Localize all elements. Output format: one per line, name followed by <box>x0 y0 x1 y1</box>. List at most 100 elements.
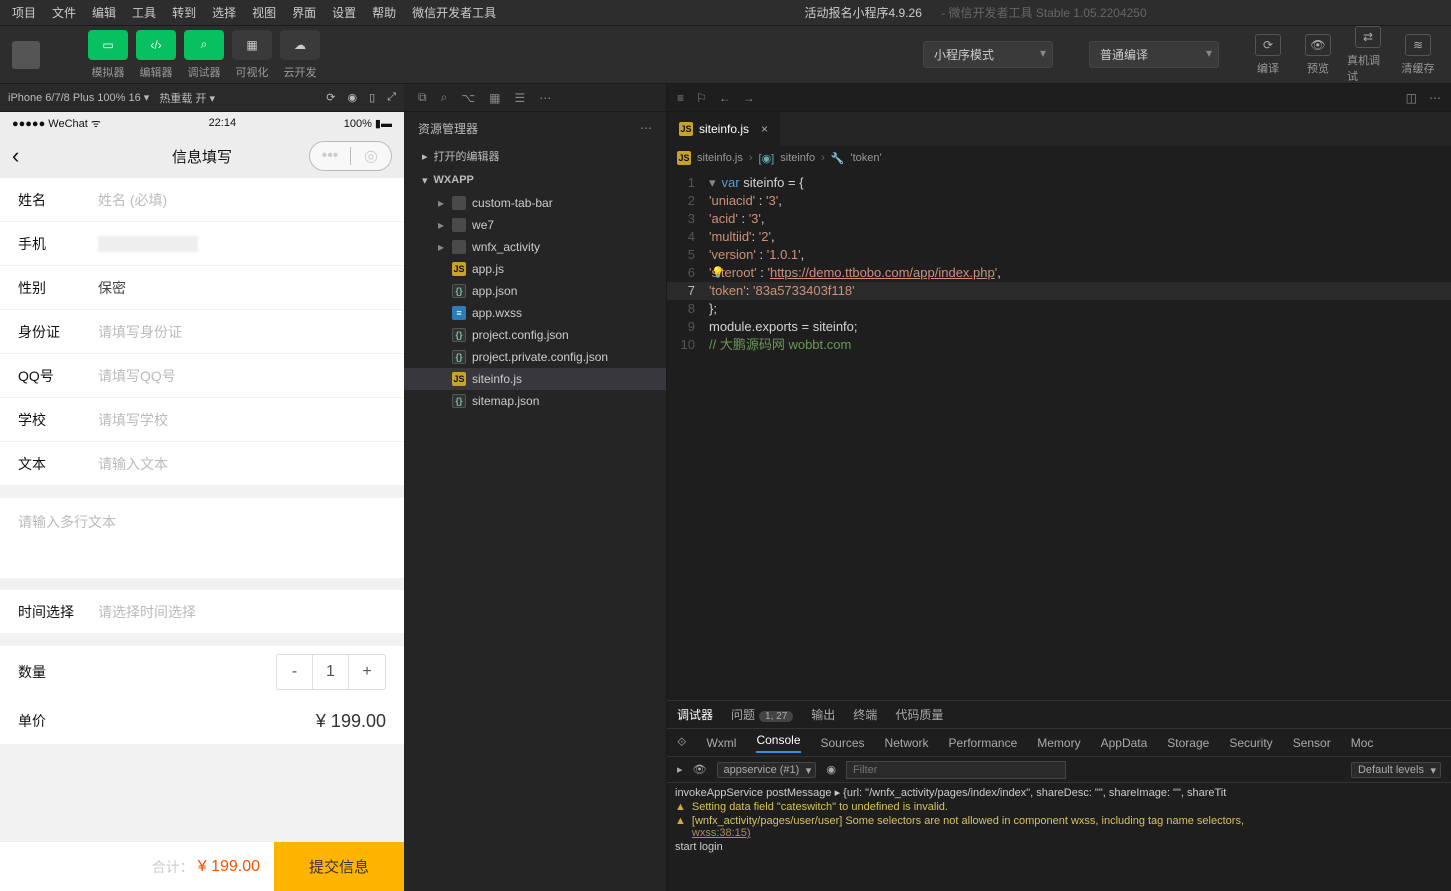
clear-cache-button[interactable]: ≋ <box>1405 34 1431 56</box>
ed-fwd-icon[interactable]: → <box>743 91 755 105</box>
textarea-input[interactable]: 请输入多行文本 <box>0 498 404 578</box>
id-input[interactable]: 请填写身份证 <box>98 322 386 342</box>
text-input[interactable]: 请输入文本 <box>98 454 386 474</box>
devtool-tab[interactable]: Security <box>1229 736 1272 750</box>
code-editor[interactable]: 1▾var siteinfo = {2 'uniacid' : '3',3 'a… <box>667 170 1451 700</box>
record-icon[interactable]: ◉ <box>348 91 358 104</box>
breadcrumb[interactable]: JS siteinfo.js› [◉]siteinfo› 🔧'token' <box>667 146 1451 170</box>
close-tab-icon[interactable]: × <box>761 122 768 136</box>
qty-value[interactable]: 1 <box>313 655 349 689</box>
ed-more-icon[interactable]: ⋯ <box>1429 91 1441 105</box>
tree-item[interactable]: JSsiteinfo.js <box>404 368 666 390</box>
cloud-button[interactable]: ☁ <box>280 30 320 60</box>
console-output[interactable]: invokeAppService postMessage ▸ {url: "/w… <box>667 783 1451 891</box>
filter-input[interactable] <box>846 761 1066 779</box>
school-input[interactable]: 请填写学校 <box>98 410 386 430</box>
visualize-button[interactable]: ▦ <box>232 30 272 60</box>
devtool-tab[interactable]: Wxml <box>706 736 736 750</box>
menu-item[interactable]: 选择 <box>204 4 244 21</box>
branch-icon[interactable]: ⌥ <box>461 91 475 105</box>
device-select[interactable]: iPhone 6/7/8 Plus 100% 16 ▾ <box>8 91 149 104</box>
tree-item[interactable]: {}project.config.json <box>404 324 666 346</box>
qq-input[interactable]: 请填写QQ号 <box>98 366 386 386</box>
ed-split-icon[interactable]: ◫ <box>1406 91 1417 105</box>
mode-dropdown[interactable]: 小程序模式 <box>923 41 1053 68</box>
explorer-more-icon[interactable]: ⋯ <box>640 121 652 135</box>
preview-button[interactable]: 👁 <box>1305 34 1331 56</box>
reload-toggle[interactable]: 热重载 开 ▾ <box>159 90 215 106</box>
devtool-tab[interactable]: Sources <box>821 736 865 750</box>
tree-item[interactable]: ▸wnfx_activity <box>404 236 666 258</box>
files-icon[interactable]: ⧉ <box>418 90 427 105</box>
menu-item[interactable]: 设置 <box>324 4 364 21</box>
bug-icon[interactable]: ☰ <box>514 91 525 105</box>
devtool-tab[interactable]: Performance <box>949 736 1018 750</box>
context-select[interactable]: appservice (#1) <box>717 762 817 778</box>
menu-item[interactable]: 帮助 <box>364 4 404 21</box>
ext-icon[interactable]: ▦ <box>489 91 500 105</box>
tree-item-label: custom-tab-bar <box>472 196 553 210</box>
ed-nav-icon[interactable]: ≡ <box>677 91 684 105</box>
tree-item[interactable]: {}project.private.config.json <box>404 346 666 368</box>
total: 合计：¥ 199.00 <box>0 842 274 891</box>
menu-item[interactable]: 项目 <box>4 4 44 21</box>
submit-button[interactable]: 提交信息 <box>274 842 404 891</box>
tab-siteinfo[interactable]: JS siteinfo.js × <box>667 112 781 146</box>
ed-bookmark-icon[interactable]: ⚐ <box>696 91 707 105</box>
qty-plus[interactable]: + <box>349 655 385 689</box>
devtool-tab[interactable]: Sensor <box>1293 736 1331 750</box>
tree-item[interactable]: ▸we7 <box>404 214 666 236</box>
search-icon[interactable]: ⌕ <box>441 90 448 105</box>
tree-item[interactable]: ≡app.wxss <box>404 302 666 324</box>
dbg-tab[interactable]: 终端 <box>853 706 877 723</box>
simulator-button[interactable]: ▭ <box>88 30 128 60</box>
tree-item[interactable]: {}sitemap.json <box>404 390 666 412</box>
dbg-tab[interactable]: 输出 <box>811 706 835 723</box>
refresh-icon[interactable]: ⟳ <box>326 91 335 104</box>
menu-item[interactable]: 界面 <box>284 4 324 21</box>
tree-item[interactable]: {}app.json <box>404 280 666 302</box>
gender-select[interactable]: 保密 <box>98 278 386 298</box>
remote-debug-button[interactable]: ⇄ <box>1355 26 1381 48</box>
debugger-button[interactable]: ⌕ <box>184 30 224 60</box>
devtool-tab[interactable]: Memory <box>1037 736 1080 750</box>
explorer-panel: ⧉ ⌕ ⌥ ▦ ☰ ⋯ 资源管理器 ⋯ ▸打开的编辑器 ▾WXAPP ▸custo… <box>404 84 667 891</box>
expand-icon[interactable]: ⤢ <box>387 91 396 104</box>
name-input[interactable]: 姓名 (必填) <box>98 190 386 210</box>
tree-item-label: sitemap.json <box>472 394 539 408</box>
dbg-tab[interactable]: 调试器 <box>677 706 713 723</box>
menu-item[interactable]: 转到 <box>164 4 204 21</box>
console-live-icon[interactable]: ◉ <box>826 763 836 776</box>
menu-item[interactable]: 微信开发者工具 <box>404 4 504 21</box>
compile-button[interactable]: ⟳ <box>1255 34 1281 56</box>
devtool-tab[interactable]: Moc <box>1351 736 1374 750</box>
ed-back-icon[interactable]: ← <box>719 91 731 105</box>
devtool-tab[interactable]: Console <box>756 733 800 753</box>
devtool-tab[interactable]: Storage <box>1167 736 1209 750</box>
compile-mode-dropdown[interactable]: 普通编译 <box>1089 41 1219 68</box>
console-eye-icon[interactable]: 👁 <box>693 763 707 776</box>
time-select[interactable]: 请选择时间选择 <box>98 602 386 622</box>
devtool-tab[interactable]: AppData <box>1101 736 1148 750</box>
root-header[interactable]: ▾WXAPP <box>404 168 666 192</box>
menu-item[interactable]: 编辑 <box>84 4 124 21</box>
tree-item[interactable]: JSapp.js <box>404 258 666 280</box>
dbg-elem-icon[interactable]: ⟐ <box>677 735 686 750</box>
devtool-tab[interactable]: Network <box>885 736 929 750</box>
menu-item[interactable]: 工具 <box>124 4 164 21</box>
levels-select[interactable]: Default levels <box>1351 762 1441 778</box>
editor-button[interactable]: ‹/› <box>136 30 176 60</box>
device-icon[interactable]: ▯ <box>369 91 375 104</box>
tree-item[interactable]: ▸custom-tab-bar <box>404 192 666 214</box>
console-pick-icon[interactable]: ▸ <box>677 763 683 776</box>
dbg-tab[interactable]: 问题1, 27 <box>731 706 793 723</box>
qty-minus[interactable]: - <box>277 655 313 689</box>
menu-item[interactable]: 文件 <box>44 4 84 21</box>
opened-editors-header[interactable]: ▸打开的编辑器 <box>404 144 666 168</box>
menu-item[interactable]: 视图 <box>244 4 284 21</box>
phone-input[interactable] <box>98 236 198 252</box>
explorer-title: 资源管理器 <box>418 120 478 137</box>
tree-item-label: we7 <box>472 218 494 232</box>
more-icon[interactable]: ⋯ <box>539 91 551 105</box>
dbg-tab[interactable]: 代码质量 <box>895 706 943 723</box>
